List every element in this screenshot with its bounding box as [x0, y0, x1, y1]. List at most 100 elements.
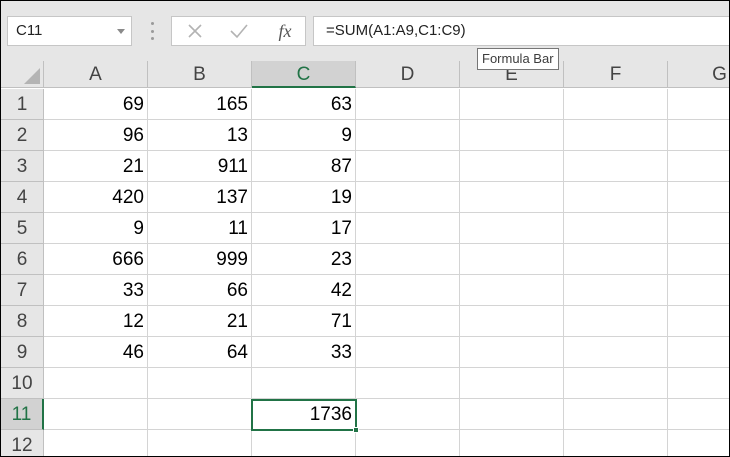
cell-b2[interactable]: 13: [148, 120, 252, 151]
row-header-12[interactable]: 12: [1, 430, 44, 456]
cell-b9[interactable]: 64: [148, 337, 252, 368]
cell-b4[interactable]: 137: [148, 182, 252, 213]
column-header-c[interactable]: C: [252, 61, 356, 88]
cell-g4[interactable]: [668, 182, 729, 213]
cell-b6[interactable]: 999: [148, 244, 252, 275]
cell-b8[interactable]: 21: [148, 306, 252, 337]
formula-input[interactable]: =SUM(A1:A9,C1:C9): [313, 16, 729, 46]
cell-a10[interactable]: [44, 368, 148, 399]
cell-f5[interactable]: [564, 213, 668, 244]
cell-d6[interactable]: [356, 244, 460, 275]
cell-f10[interactable]: [564, 368, 668, 399]
cell-g2[interactable]: [668, 120, 729, 151]
cell-c10[interactable]: [252, 368, 356, 399]
cell-f9[interactable]: [564, 337, 668, 368]
row-header-5[interactable]: 5: [1, 213, 44, 244]
cell-g3[interactable]: [668, 151, 729, 182]
column-header-a[interactable]: A: [44, 61, 148, 88]
cell-b10[interactable]: [148, 368, 252, 399]
cell-c2[interactable]: 9: [252, 120, 356, 151]
cell-f6[interactable]: [564, 244, 668, 275]
cell-g1[interactable]: [668, 89, 729, 120]
cell-g8[interactable]: [668, 306, 729, 337]
cell-c12[interactable]: [252, 430, 356, 456]
column-header-g[interactable]: G: [668, 61, 729, 88]
cell-g5[interactable]: [668, 213, 729, 244]
cell-d7[interactable]: [356, 275, 460, 306]
fill-handle[interactable]: [353, 427, 359, 433]
cell-b5[interactable]: 11: [148, 213, 252, 244]
cell-b7[interactable]: 66: [148, 275, 252, 306]
cell-f11[interactable]: [564, 399, 668, 430]
row-header-1[interactable]: 1: [1, 89, 44, 120]
cell-e7[interactable]: [460, 275, 564, 306]
cell-c7[interactable]: 42: [252, 275, 356, 306]
row-header-10[interactable]: 10: [1, 368, 44, 399]
cell-a6[interactable]: 666: [44, 244, 148, 275]
cell-a3[interactable]: 21: [44, 151, 148, 182]
cell-g10[interactable]: [668, 368, 729, 399]
cell-f2[interactable]: [564, 120, 668, 151]
cell-g6[interactable]: [668, 244, 729, 275]
cell-a1[interactable]: 69: [44, 89, 148, 120]
cell-d1[interactable]: [356, 89, 460, 120]
row-header-4[interactable]: 4: [1, 182, 44, 213]
dropdown-arrow-icon[interactable]: [117, 29, 125, 34]
cell-a8[interactable]: 12: [44, 306, 148, 337]
cell-d4[interactable]: [356, 182, 460, 213]
row-header-9[interactable]: 9: [1, 337, 44, 368]
cancel-button[interactable]: [180, 17, 210, 45]
cell-g9[interactable]: [668, 337, 729, 368]
cell-d2[interactable]: [356, 120, 460, 151]
row-header-6[interactable]: 6: [1, 244, 44, 275]
row-header-3[interactable]: 3: [1, 151, 44, 182]
cell-c4[interactable]: 19: [252, 182, 356, 213]
cell-b3[interactable]: 911: [148, 151, 252, 182]
cell-c9[interactable]: 33: [252, 337, 356, 368]
cell-a9[interactable]: 46: [44, 337, 148, 368]
formula-bar-resize-handle[interactable]: [151, 22, 154, 40]
enter-button[interactable]: [224, 17, 254, 45]
cell-f4[interactable]: [564, 182, 668, 213]
column-header-d[interactable]: D: [356, 61, 460, 88]
row-header-2[interactable]: 2: [1, 120, 44, 151]
cell-a12[interactable]: [44, 430, 148, 456]
row-header-8[interactable]: 8: [1, 306, 44, 337]
cell-e8[interactable]: [460, 306, 564, 337]
cell-b1[interactable]: 165: [148, 89, 252, 120]
cell-a4[interactable]: 420: [44, 182, 148, 213]
cell-g12[interactable]: [668, 430, 729, 456]
cell-c3[interactable]: 87: [252, 151, 356, 182]
cell-b11[interactable]: [148, 399, 252, 430]
cell-e12[interactable]: [460, 430, 564, 456]
cell-c6[interactable]: 23: [252, 244, 356, 275]
cell-e1[interactable]: [460, 89, 564, 120]
cell-d12[interactable]: [356, 430, 460, 456]
cell-d3[interactable]: [356, 151, 460, 182]
cell-a7[interactable]: 33: [44, 275, 148, 306]
cell-e3[interactable]: [460, 151, 564, 182]
cell-f3[interactable]: [564, 151, 668, 182]
insert-function-button[interactable]: fx: [270, 17, 300, 45]
cell-a11[interactable]: [44, 399, 148, 430]
cell-e10[interactable]: [460, 368, 564, 399]
cell-g7[interactable]: [668, 275, 729, 306]
column-header-b[interactable]: B: [148, 61, 252, 88]
cell-d8[interactable]: [356, 306, 460, 337]
cell-c1[interactable]: 63: [252, 89, 356, 120]
cell-e9[interactable]: [460, 337, 564, 368]
name-box[interactable]: C11: [7, 16, 132, 46]
cell-e6[interactable]: [460, 244, 564, 275]
cell-f7[interactable]: [564, 275, 668, 306]
select-all-button[interactable]: [1, 61, 44, 88]
row-header-7[interactable]: 7: [1, 275, 44, 306]
cell-e5[interactable]: [460, 213, 564, 244]
cell-a2[interactable]: 96: [44, 120, 148, 151]
cell-d10[interactable]: [356, 368, 460, 399]
cell-f12[interactable]: [564, 430, 668, 456]
cell-a5[interactable]: 9: [44, 213, 148, 244]
cell-f1[interactable]: [564, 89, 668, 120]
cell-f8[interactable]: [564, 306, 668, 337]
column-header-f[interactable]: F: [564, 61, 668, 88]
cell-e11[interactable]: [460, 399, 564, 430]
